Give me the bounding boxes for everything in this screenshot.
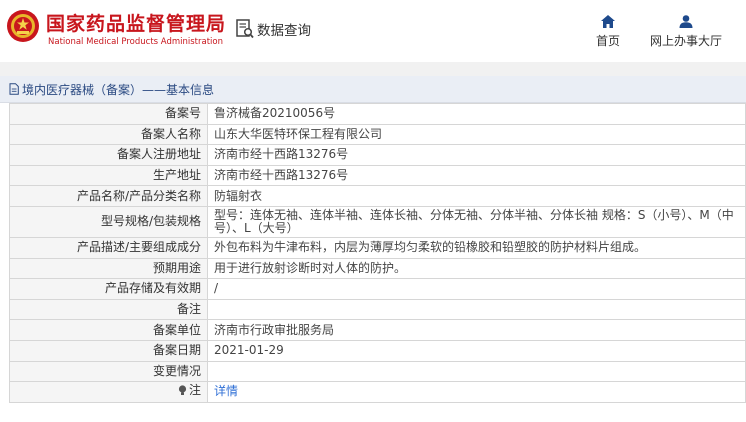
details-link[interactable]: 详情 xyxy=(214,384,238,398)
row-label: 预期用途 xyxy=(9,257,208,280)
row-value: / xyxy=(207,278,746,300)
user-icon xyxy=(679,15,693,28)
lightbulb-icon xyxy=(178,385,187,396)
row-label: 注 xyxy=(188,383,201,398)
note-row-label: 注 xyxy=(9,381,208,403)
row-value: 鲁济械备20210056号 xyxy=(207,103,746,125)
table-row: 备案日期 2021-01-29 xyxy=(9,339,746,362)
row-value: 型号：连体无袖、连体半袖、连体长袖、分体无袖、分体半袖、分体长袖 规格：S（小号… xyxy=(207,205,746,238)
table-row: 变更情况 xyxy=(9,360,746,383)
row-label: 型号规格/包装规格 xyxy=(9,205,208,238)
nav-home-label: 首页 xyxy=(596,34,621,48)
table-row: 注 详情 xyxy=(9,381,746,403)
row-value: 山东大华医特环保工程有限公司 xyxy=(207,123,746,146)
row-label: 变更情况 xyxy=(9,360,208,383)
row-value: 济南市经十西路13276号 xyxy=(207,164,746,187)
row-value: 2021-01-29 xyxy=(207,339,746,362)
row-label: 产品名称/产品分类名称 xyxy=(9,185,208,207)
table-row: 备案单位 济南市行政审批服务局 xyxy=(9,319,746,341)
section-title: 境内医疗器械（备案）——基本信息 xyxy=(22,82,215,97)
row-label: 产品描述/主要组成成分 xyxy=(9,236,208,259)
table-row: 产品描述/主要组成成分 外包布料为牛津布料，内层为薄厚均匀柔软的铅橡胶和铅塑胶的… xyxy=(9,236,746,259)
table-row: 备案人注册地址 济南市经十西路13276号 xyxy=(9,144,746,166)
row-value: 详情 xyxy=(207,381,746,403)
row-label: 产品存储及有效期 xyxy=(9,278,208,300)
row-label: 备案人注册地址 xyxy=(9,144,208,166)
record-info-table: 备案号 鲁济械备20210056号 备案人名称 山东大华医特环保工程有限公司 备… xyxy=(9,103,746,403)
row-label: 备案日期 xyxy=(9,339,208,362)
table-row: 型号规格/包装规格 型号：连体无袖、连体半袖、连体长袖、分体无袖、分体半袖、分体… xyxy=(9,205,746,238)
national-emblem-icon xyxy=(7,10,39,42)
table-row: 生产地址 济南市经十西路13276号 xyxy=(9,164,746,187)
table-row: 备案号 鲁济械备20210056号 xyxy=(9,103,746,125)
table-row: 产品名称/产品分类名称 防辐射衣 xyxy=(9,185,746,207)
document-search-icon xyxy=(236,19,254,39)
data-query-label: 数据查询 xyxy=(257,23,311,39)
site-name[interactable]: 国家药品监督管理局 xyxy=(46,9,226,36)
row-value: 防辐射衣 xyxy=(207,185,746,207)
row-value: 外包布料为牛津布料，内层为薄厚均匀柔软的铅橡胶和铅塑胶的防护材料片组成。 xyxy=(207,236,746,259)
row-label: 备案号 xyxy=(9,103,208,125)
table-row: 预期用途 用于进行放射诊断时对人体的防护。 xyxy=(9,257,746,280)
site-name-en: National Medical Products Administration xyxy=(48,37,223,47)
data-query-link[interactable]: 数据查询 xyxy=(236,19,311,39)
document-icon xyxy=(9,83,19,95)
table-row: 产品存储及有效期 / xyxy=(9,278,746,300)
home-icon xyxy=(601,15,615,28)
row-label: 备案人名称 xyxy=(9,123,208,146)
row-value: 济南市行政审批服务局 xyxy=(207,319,746,341)
site-header: 国家药品监督管理局 National Medical Products Admi… xyxy=(0,0,746,62)
row-label: 生产地址 xyxy=(9,164,208,187)
row-label: 备案单位 xyxy=(9,319,208,341)
row-value: 用于进行放射诊断时对人体的防护。 xyxy=(207,257,746,280)
row-value: 济南市经十西路13276号 xyxy=(207,144,746,166)
row-label: 备注 xyxy=(9,298,208,321)
row-value xyxy=(207,298,746,321)
table-row: 备案人名称 山东大华医特环保工程有限公司 xyxy=(9,123,746,146)
nav-online-office-label: 网上办事大厅 xyxy=(650,34,723,48)
table-row: 备注 xyxy=(9,298,746,321)
section-header: 境内医疗器械（备案）——基本信息 xyxy=(0,76,746,103)
nav-home[interactable]: 首页 xyxy=(596,15,620,49)
row-value xyxy=(207,360,746,383)
header-divider xyxy=(0,62,746,76)
nav-online-office[interactable]: 网上办事大厅 xyxy=(650,15,722,49)
